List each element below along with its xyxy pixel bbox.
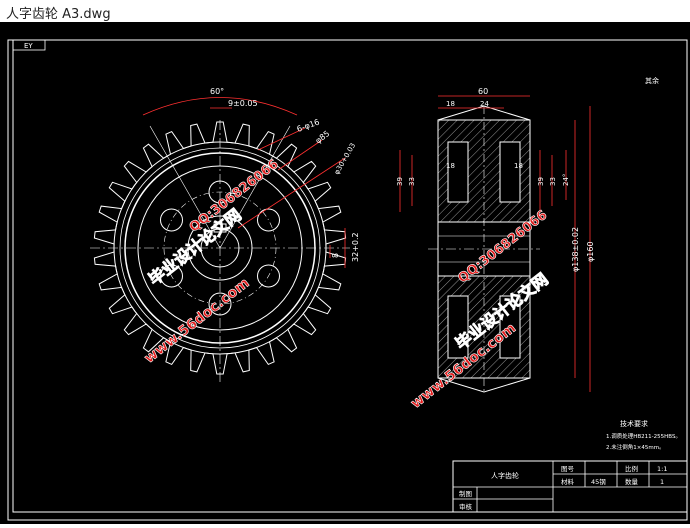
- drawing-canvas[interactable]: EY 其余 60° 9±0.05 6-φ16 φ85 φ30+0.03 32+0…: [0, 22, 690, 524]
- tb-value-scale: 1:1: [657, 465, 667, 473]
- tb-label-material: 材料: [561, 477, 575, 486]
- tb-value-quantity: 1: [660, 478, 664, 486]
- keyway-dim: 32+0.2: [351, 232, 360, 262]
- tech-req-line1: 1.调质处理HB211-255HBS。: [606, 432, 681, 440]
- tb-label-scale: 比例: [625, 464, 638, 473]
- tech-req-line2: 2.未注倒角1×45mm。: [606, 443, 665, 451]
- corner-tag: EY: [24, 42, 33, 50]
- total-width-dim: 60: [478, 87, 488, 96]
- small-dim: 8: [331, 253, 340, 258]
- width-dim: 9±0.05: [228, 99, 258, 108]
- holes-dim: 6-φ16: [296, 117, 321, 133]
- title-block: 人字齿轮 图号 比例 1:1 材料 45钢 数量 1 制图 审核: [452, 460, 688, 513]
- tb-label-checked: 审核: [459, 502, 473, 511]
- tb-part-name: 人字齿轮: [491, 471, 519, 480]
- technical-requirements: 技术要求 1.调质处理HB211-255HBS。 2.未注倒角1×45mm。: [606, 419, 681, 451]
- upper-right-recess: [499, 141, 521, 203]
- left-39-dim: 39: [396, 177, 404, 186]
- right-39-dim: 39: [537, 177, 545, 186]
- angle-dim: 60°: [210, 87, 224, 96]
- top-24-dim: 24: [480, 100, 489, 108]
- tb-label-drawn: 制图: [459, 489, 472, 498]
- tech-req-heading: 技术要求: [620, 419, 648, 428]
- right-33-dim: 33: [549, 177, 557, 186]
- d160-dim: φ160: [586, 241, 595, 262]
- d85-dim: φ85: [314, 129, 332, 146]
- cad-drawing: EY 其余 60° 9±0.05 6-φ16 φ85 φ30+0.03 32+0…: [7, 39, 688, 521]
- right-24-dim: 24°: [562, 174, 570, 186]
- window-title: 人字齿轮 A3.dwg: [6, 7, 111, 22]
- right-18-dim: 18: [514, 162, 523, 170]
- tb-label-drawing-no: 图号: [561, 465, 575, 473]
- d30-leader: [237, 157, 346, 229]
- left-18-dim: 18: [446, 162, 455, 170]
- top-18-dim: 18: [446, 100, 455, 108]
- outer-frame: [7, 39, 688, 521]
- roughness-note: 其余: [645, 76, 659, 85]
- gear-front-view: [90, 120, 350, 382]
- window-titlebar: 人字齿轮 A3.dwg: [0, 0, 690, 23]
- angle-dim-arc: [142, 97, 298, 116]
- left-33-dim: 33: [408, 177, 416, 186]
- d138-dim: φ138±0.02: [571, 227, 580, 272]
- tb-label-quantity: 数量: [625, 477, 639, 486]
- tb-value-material: 45钢: [591, 478, 606, 486]
- d30-dim: φ30+0.03: [333, 142, 357, 176]
- upper-left-recess: [447, 141, 469, 203]
